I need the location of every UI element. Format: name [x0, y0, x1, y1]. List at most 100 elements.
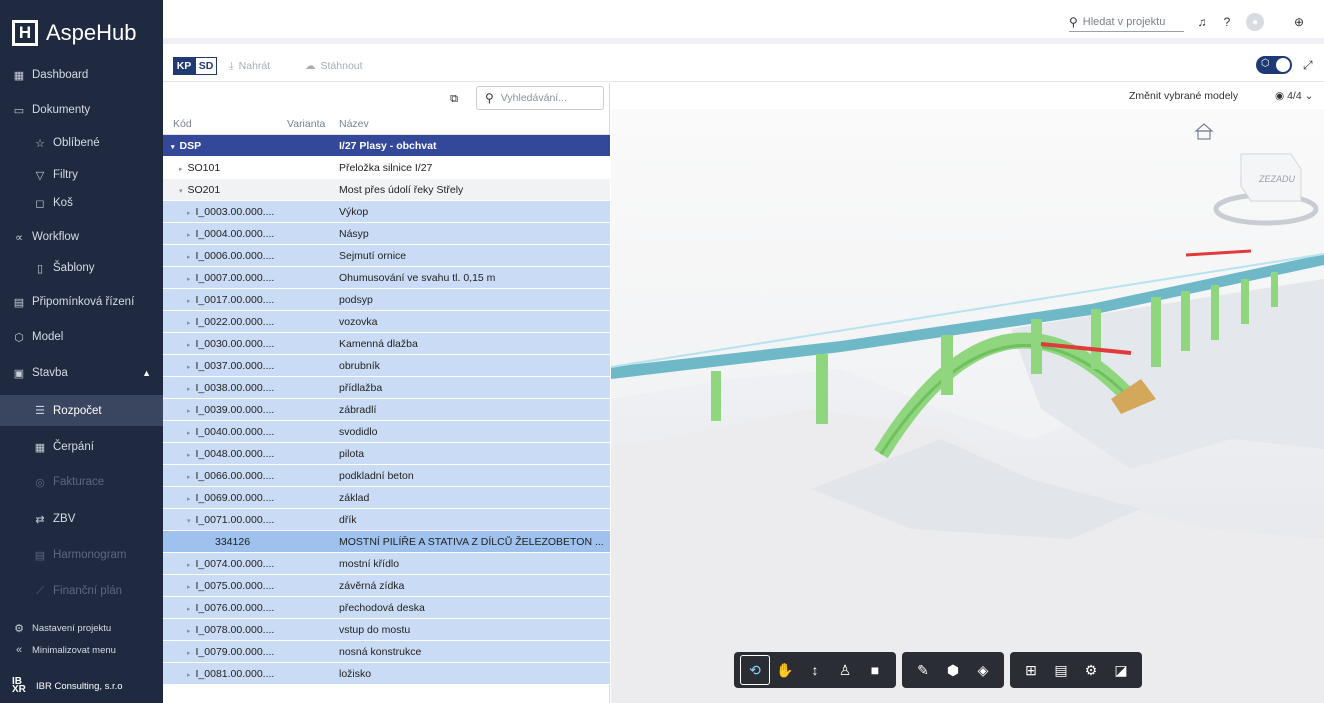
expand-right-icon[interactable]: ▸ [187, 276, 191, 283]
properties-icon[interactable]: ▤ [1046, 655, 1076, 685]
help-icon[interactable]: ? [1218, 13, 1236, 31]
expand-right-icon[interactable]: ▸ [187, 628, 191, 635]
tree-row-code-text: SO201 [187, 184, 221, 196]
tree-row[interactable]: ▾ SO201 Most přes údolí řeky Střely [163, 179, 610, 201]
expand-right-icon[interactable]: ▸ [187, 320, 191, 327]
sidebar-item-cerpani[interactable]: ▦ Čerpání [0, 432, 163, 462]
sidebar-item-kos[interactable]: ◻ Koš [0, 188, 163, 218]
sidebar-item-zbv[interactable]: ⇄ ZBV [0, 504, 163, 534]
expand-right-icon[interactable]: ▸ [187, 474, 191, 481]
tree-row[interactable]: ▸ I_0037.00.000.... obrubník [163, 355, 610, 377]
sidebar-item-oblibene[interactable]: ☆ Oblíbené [0, 128, 163, 158]
expand-right-icon[interactable]: ▸ [187, 364, 191, 371]
sidebar-item-stavba[interactable]: ▣ Stavba ▲ [0, 358, 163, 388]
tree-row[interactable]: ▸ I_0007.00.000.... Ohumusování ve svahu t… [163, 267, 610, 289]
settings-gear-icon[interactable]: ⚙ [1076, 655, 1106, 685]
expand-right-icon[interactable]: ▸ [187, 210, 191, 217]
measure-ruler-icon[interactable]: ✎ [908, 655, 938, 685]
sidebar-item-pripominkova-rizeni[interactable]: ▤ Připomínková řízení [0, 287, 163, 317]
walk-person-icon[interactable]: ♙ [830, 655, 860, 685]
tree-row[interactable]: ▸ I_0030.00.000.... Kamenná dlažba [163, 333, 610, 355]
expand-down-icon[interactable]: ▾ [179, 188, 183, 195]
tree-row-code-text: I_0075.00.000.... [195, 580, 275, 592]
expand-right-icon[interactable]: ▸ [187, 606, 191, 613]
expand-right-icon[interactable]: ▸ [187, 408, 191, 415]
sidebar-item-workflow[interactable]: ∝ Workflow [0, 222, 163, 252]
sidebar-item-dokumenty[interactable]: ▭ Dokumenty [0, 95, 163, 125]
fullscreen-icon[interactable]: ⤢ [1303, 58, 1313, 73]
zoom-vertical-icon[interactable]: ↕ [800, 655, 830, 685]
expand-right-icon[interactable]: ▸ [179, 166, 183, 173]
tree-row[interactable]: ▸ I_0017.00.000.... podsyp [163, 289, 610, 311]
view-toggle[interactable]: ⬡ [1256, 56, 1292, 74]
tree-row[interactable]: ▸ I_0006.00.000.... Sejmutí ornice [163, 245, 610, 267]
sidebar-item-filtry[interactable]: ▽ Filtry [0, 160, 163, 190]
notifications-bell-icon[interactable]: ♫ [1193, 13, 1211, 31]
column-header-variant: Varianta [287, 118, 326, 130]
explode-model-icon[interactable]: ◈ [968, 655, 998, 685]
tree-row[interactable]: ▸ I_0074.00.000.... mostní křídlo [163, 553, 610, 575]
expand-right-icon[interactable]: ▸ [187, 232, 191, 239]
app-logo[interactable]: H AspeHub [12, 18, 137, 48]
expand-right-icon[interactable]: ▸ [187, 342, 191, 349]
tab-kp[interactable]: KP [173, 57, 195, 75]
tab-sd[interactable]: SD [195, 57, 217, 75]
tree-row[interactable]: ▸ I_0076.00.000.... přechodová deska [163, 597, 610, 619]
tree-row[interactable]: ▸ I_0003.00.000.... Výkop [163, 201, 610, 223]
tree-row[interactable]: ▸ I_0040.00.000.... svodidlo [163, 421, 610, 443]
upload-button[interactable]: ⤓ Nahrát [229, 57, 270, 75]
download-button[interactable]: ☁ Stáhnout [305, 57, 363, 75]
3d-scene[interactable]: ZEZADU [611, 109, 1324, 703]
copy-icon[interactable]: ⧉ [445, 90, 463, 108]
tree-row[interactable]: ▸ I_0066.00.000.... podkladní beton [163, 465, 610, 487]
sidebar-item-minimalizovat-menu[interactable]: « Minimalizovat menu [0, 640, 163, 660]
section-box-icon[interactable]: ⬢ [938, 655, 968, 685]
project-search[interactable]: ⚲ Hledat v projektu [1069, 12, 1184, 32]
change-models-button[interactable]: Změnit vybrané modely [1129, 90, 1238, 102]
tree-row[interactable]: ▸ I_0075.00.000.... závěrná zídka [163, 575, 610, 597]
tree-row[interactable]: ▸ I_0004.00.000.... Násyp [163, 223, 610, 245]
tree-row[interactable]: ▸ SO101 Přeložka silnice I/27 [163, 157, 610, 179]
sidebar-item-nastaveni-projektu[interactable]: ⚙ Nastavení projektu [0, 618, 163, 638]
sidebar-item-model[interactable]: ⬡ Model [0, 322, 163, 352]
tree-row[interactable]: ▾ DSP I/27 Plasy - obchvat [163, 135, 610, 157]
model-structure-icon[interactable]: ⊞ [1016, 655, 1046, 685]
camera-icon[interactable]: ■ [860, 655, 890, 685]
expand-right-icon[interactable]: ▸ [187, 584, 191, 591]
sidebar-item-rozpocet[interactable]: ☰ Rozpočet [0, 395, 163, 426]
expand-right-icon[interactable]: ▸ [187, 496, 191, 503]
expand-down-icon[interactable]: ▾ [171, 144, 175, 151]
expand-right-icon[interactable]: ▸ [187, 386, 191, 393]
tree-row[interactable]: ▸ I_0078.00.000.... vstup do mostu [163, 619, 610, 641]
sidebar-item-sablony[interactable]: ▯ Šablony [0, 253, 163, 283]
model-visibility-toggle[interactable]: ◉ 4/4 ⌄ [1275, 90, 1313, 102]
pan-hand-icon[interactable]: ✋ [770, 655, 800, 685]
expand-right-icon[interactable]: ▸ [187, 430, 191, 437]
tree-row[interactable]: ▸ I_0039.00.000.... zábradlí [163, 399, 610, 421]
fullscreen-icon[interactable]: ◪ [1106, 655, 1136, 685]
sidebar-item-dashboard[interactable]: ▦ Dashboard [0, 60, 163, 90]
tree-row[interactable]: ▸ I_0048.00.000.... pilota [163, 443, 610, 465]
expand-right-icon[interactable]: ▸ [187, 298, 191, 305]
bridge-pier [1211, 285, 1219, 340]
tree-row[interactable]: ▸ I_0081.00.000.... ložisko [163, 663, 610, 685]
tree-row[interactable]: ▸ I_0069.00.000.... základ [163, 487, 610, 509]
tree-row-code: ▸ I_0017.00.000.... [187, 294, 274, 306]
avatar[interactable]: ● [1246, 13, 1264, 31]
tree-search-input[interactable]: ⚲ Vyhledávání... [476, 86, 604, 110]
expand-right-icon[interactable]: ▸ [187, 650, 191, 657]
tree-row[interactable]: ▸ I_0038.00.000.... přídlažba [163, 377, 610, 399]
globe-icon[interactable]: ⊕ [1290, 13, 1308, 31]
tree-row[interactable]: ▾ I_0071.00.000.... dřík [163, 509, 610, 531]
expand-down-icon[interactable]: ▾ [187, 518, 191, 525]
company-mark: IB XR [12, 676, 26, 695]
tree-row[interactable]: ▸ I_0079.00.000.... nosná konstrukce [163, 641, 610, 663]
tree-row[interactable]: ▸ I_0022.00.000.... vozovka [163, 311, 610, 333]
expand-right-icon[interactable]: ▸ [187, 562, 191, 569]
eye-icon: ◉ [1275, 90, 1285, 102]
expand-right-icon[interactable]: ▸ [187, 452, 191, 459]
expand-right-icon[interactable]: ▸ [187, 672, 191, 679]
expand-right-icon[interactable]: ▸ [187, 254, 191, 261]
orbit-icon[interactable]: ⟲ [740, 655, 770, 685]
tree-row[interactable]: 334126 MOSTNÍ PILÍŘE A STATIVA Z DÍLCŮ ŽE… [163, 531, 610, 553]
